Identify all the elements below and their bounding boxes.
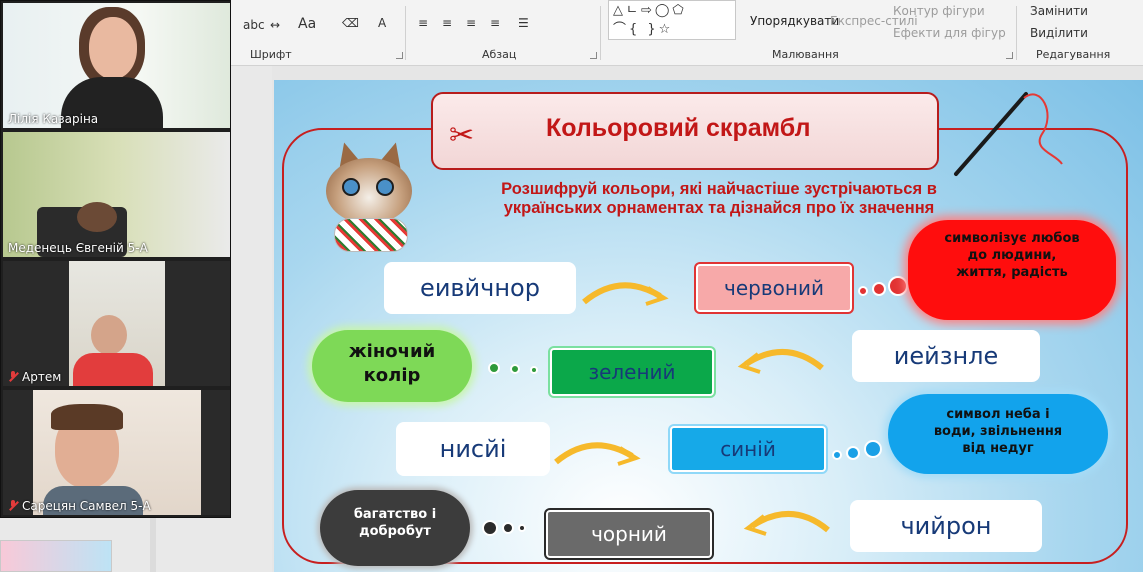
shape-effects-button[interactable]: Ефекти для фігур (893, 26, 1006, 40)
participant-name: Лілія Казаріна (8, 112, 99, 126)
arrange-button[interactable]: Упорядкувати (750, 14, 839, 28)
participant-name: Меденець Євгеній 5-А (8, 241, 148, 255)
scissors-icon: ✂ (449, 118, 475, 153)
align-right-icon[interactable]: ≡ (466, 16, 476, 30)
drawing-launcher-icon[interactable] (1006, 52, 1013, 59)
video-tile[interactable]: Сарецян Самвел 5-А (3, 390, 230, 515)
scrambled-word-3: нисйі (396, 422, 550, 476)
select-button[interactable]: Виділити (1030, 26, 1088, 40)
meaning-cloud-blue: символ неба і води, звільнення від недуг (888, 394, 1108, 474)
instruction-text: Розшифруй кольори, які найчастіше зустрі… (501, 180, 937, 217)
align-center-icon[interactable]: ≡ (442, 16, 452, 30)
answer-blue: синій (670, 426, 826, 472)
arrow-left-icon (737, 349, 824, 374)
font-group-label: Шрифт (250, 48, 292, 61)
drawing-group-label: Малювання (772, 48, 839, 61)
thought-dot (488, 362, 500, 374)
thought-dot (518, 524, 526, 532)
video-tile[interactable]: Меденець Євгеній 5-А (3, 132, 230, 257)
arrow-left-icon (743, 511, 830, 536)
shape-outline-button[interactable]: Контур фігури (893, 4, 985, 18)
needle-icon (954, 92, 1063, 176)
participant-name: Артем (8, 370, 61, 384)
clear-format-icon[interactable]: ⌫ (342, 16, 359, 30)
meaning-cloud-black: багатство і добробут (320, 490, 470, 566)
scrambled-word-2: иейзнле (852, 330, 1040, 382)
thought-dot (530, 366, 538, 374)
change-case-button[interactable]: Aa (298, 16, 316, 32)
answer-green: зелений (550, 348, 714, 396)
columns-icon[interactable]: ☰ (518, 16, 529, 30)
strikethrough-button[interactable]: abc (243, 18, 265, 32)
scrambled-word-1: еивйчнор (384, 262, 576, 314)
thought-dot (864, 440, 882, 458)
char-spacing-button[interactable]: ↔ (270, 18, 280, 32)
font-color-icon[interactable]: A (378, 16, 386, 30)
thought-dot (858, 286, 868, 296)
paragraph-group-label: Абзац (482, 48, 517, 61)
replace-button[interactable]: Замінити (1030, 4, 1088, 18)
slide-thumbnail[interactable] (0, 540, 112, 572)
thought-dot (502, 522, 514, 534)
paragraph-launcher-icon[interactable] (590, 52, 597, 59)
mic-off-icon (8, 371, 18, 382)
thought-dot (482, 520, 498, 536)
arrow-right-icon (582, 282, 669, 306)
video-tile[interactable]: Артем (3, 261, 230, 386)
answer-black: чорний (546, 510, 712, 558)
font-launcher-icon[interactable] (396, 52, 403, 59)
video-tile[interactable]: Лілія Казаріна (3, 3, 230, 128)
slide-canvas[interactable]: ✂ Кольоровий скрамбл Розшифруй кольори, … (274, 80, 1143, 572)
mic-off-icon (8, 500, 18, 511)
thought-dot (888, 276, 908, 296)
thought-dot (832, 450, 842, 460)
arrow-right-icon (554, 442, 641, 466)
thought-dot (872, 282, 886, 296)
kitten-illustration (304, 138, 434, 252)
video-panel: Лілія Казаріна Меденець Євгеній 5-А Арте… (0, 0, 231, 518)
answer-red: червоний (696, 264, 852, 312)
thought-dot (510, 364, 520, 374)
meaning-cloud-red: символізує любов до людини, життя, радіс… (908, 220, 1116, 320)
scrambled-word-4: чийрон (850, 500, 1042, 552)
justify-icon[interactable]: ≡ (490, 16, 500, 30)
thought-dot (846, 446, 860, 460)
slide-title: Кольоровий скрамбл (546, 114, 811, 142)
align-left-icon[interactable]: ≡ (418, 16, 428, 30)
participant-name: Сарецян Самвел 5-А (8, 499, 151, 513)
shapes-gallery[interactable]: △ㄴ⇨◯⬠ ⌒{ }☆ (608, 0, 736, 40)
editing-group-label: Редагування (1036, 48, 1111, 61)
meaning-cloud-green: жіночий колір (312, 330, 472, 402)
